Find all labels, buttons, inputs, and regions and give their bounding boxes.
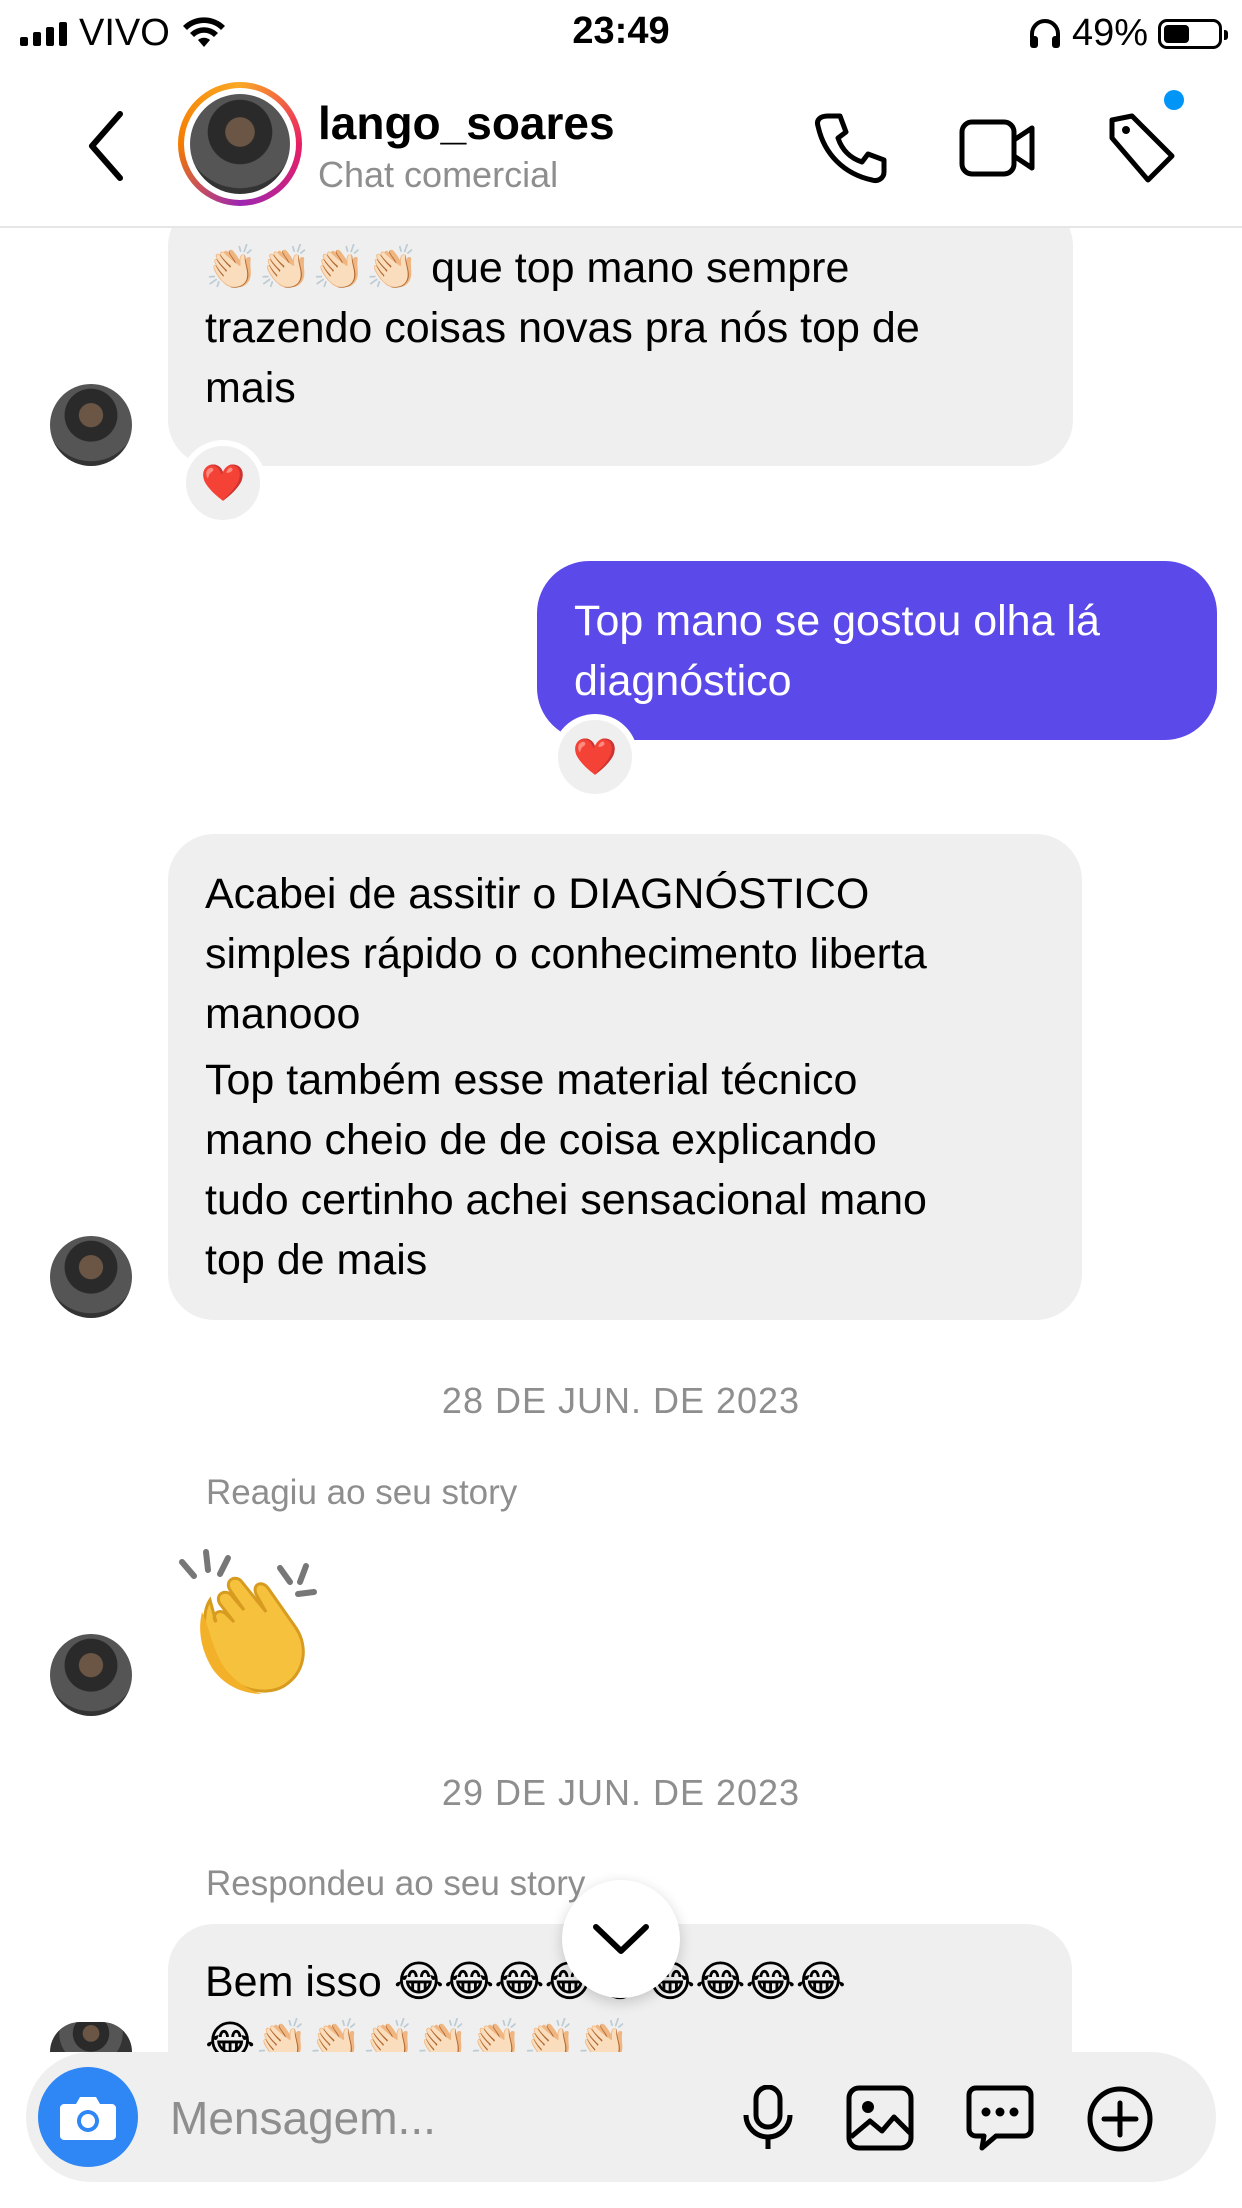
phone-icon[interactable] [810,108,890,188]
battery-percent: 49% [1071,12,1148,54]
message-text: Top também esse material técnico mano ch… [205,1056,927,1284]
message-composer [26,2052,1216,2182]
sender-avatar[interactable] [50,384,132,466]
camera-icon [60,2097,116,2140]
camera-button[interactable] [38,2067,138,2167]
add-plus-icon[interactable] [1086,2085,1154,2153]
message-bubble-outgoing[interactable]: Top mano se gostou olha lá diagnóstico [537,561,1217,740]
message-text: Acabei de assitir o DIAGNÓSTICO simples … [205,870,927,1038]
chevron-down-icon [593,1924,649,1954]
date-separator: 29 DE JUN. DE 2023 [441,1772,801,1813]
battery-icon [1158,18,1228,49]
message-bubble-incoming[interactable]: tena nesses carros desses anos 👏🏻 👏🏻👏🏻👏🏻… [168,184,1073,466]
gallery-icon[interactable] [846,2085,914,2151]
sender-avatar[interactable] [50,1236,132,1318]
message-input[interactable] [168,2082,712,2154]
date-separator: 28 DE JUN. DE 2023 [441,1380,801,1421]
profile-avatar[interactable] [178,82,302,206]
reaction-heart[interactable]: ❤️ [180,440,266,526]
back-arrow-icon[interactable] [80,106,140,186]
reaction-heart[interactable]: ❤️ [552,714,638,800]
story-reaction-note: Reagiu ao seu story [206,1473,518,1512]
video-call-icon[interactable] [958,108,1038,188]
chat-header: lango_soares Chat comercial [0,62,1242,228]
status-bar: VIVO 23:49 49% [0,0,1242,62]
scroll-to-bottom-button[interactable] [562,1880,680,1998]
story-reply-note: Respondeu ao seu story [206,1864,586,1903]
tag-icon[interactable] [1102,108,1182,188]
sender-avatar[interactable] [50,2022,132,2052]
clapping-hands-emoji [179,1549,317,1694]
microphone-icon[interactable] [738,2085,798,2151]
sticker-chat-icon[interactable] [966,2085,1034,2151]
sender-avatar[interactable] [50,1634,132,1716]
message-bubble-incoming[interactable]: Acabei de assitir o DIAGNÓSTICO simples … [168,834,1082,1320]
contact-username[interactable]: lango_soares [318,96,615,150]
headphones-icon [1029,18,1060,48]
notification-dot [1164,90,1184,110]
message-text: Top mano se gostou olha lá diagnóstico [574,597,1100,705]
contact-subtitle: Chat comercial [318,154,559,195]
